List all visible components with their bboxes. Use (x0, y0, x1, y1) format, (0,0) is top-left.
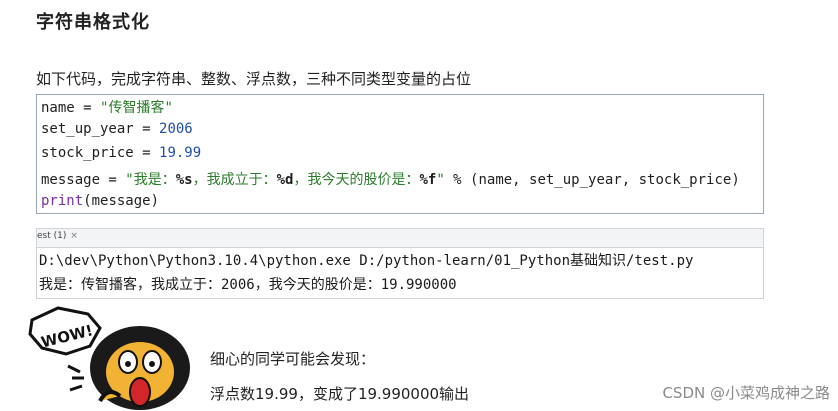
code-line-2: set_up_year = 2006 (41, 121, 193, 137)
note-line-2: 浮点数19.99，变成了19.990000输出 (210, 385, 470, 403)
console-command: D:\dev\Python\Python3.10.4\python.exe D:… (39, 253, 694, 269)
close-icon[interactable]: × (70, 231, 78, 241)
code-line-3: stock_price = 19.99 (41, 145, 202, 161)
wow-bubble-icon: WOW! (28, 306, 102, 356)
note-line-1: 细心的同学可能会发现： (210, 350, 376, 368)
run-tab[interactable]: est (1) × (37, 231, 78, 241)
console-result: 我是：传智播客，我成立于：2006，我今天的股价是：19.990000 (39, 277, 457, 293)
watermark: CSDN @小菜鸡成神之路 (662, 384, 830, 402)
intro-text: 如下代码，完成字符串、整数、浮点数，三种不同类型变量的占位 (36, 70, 472, 88)
run-tab-bar: est (1) × (36, 228, 764, 248)
code-line-4: message = "我是：%s，我成立于：%d，我今天的股价是：%f" % (… (41, 172, 740, 188)
mascot-illustration: WOW! (28, 306, 190, 410)
code-line-5: print(message) (41, 193, 160, 209)
page-title: 字符串格式化 (36, 12, 150, 33)
code-line-1: name = "传智播客" (41, 100, 173, 116)
code-editor[interactable]: name = "传智播客" set_up_year = 2006 stock_p… (36, 94, 764, 214)
console-output: D:\dev\Python\Python3.10.4\python.exe D:… (36, 246, 764, 299)
